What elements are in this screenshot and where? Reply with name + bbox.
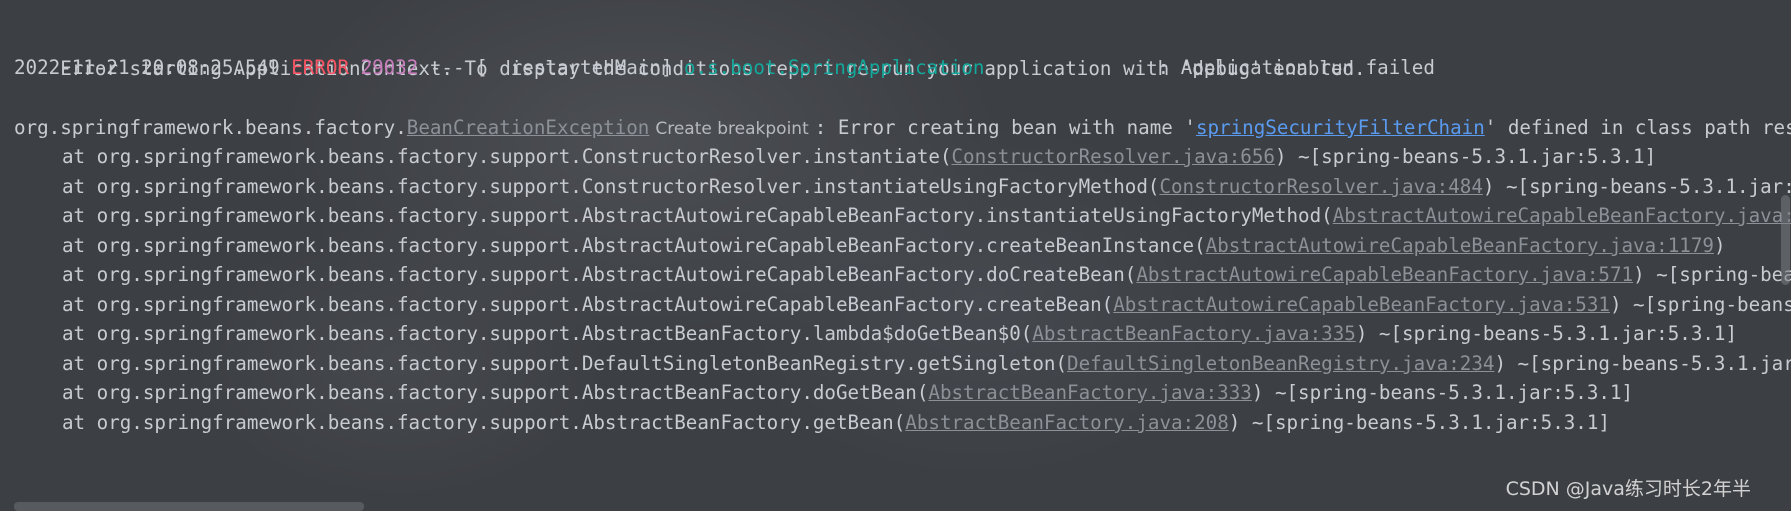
console-line-context-error: Error starting ApplicationContext. To di… xyxy=(14,24,1365,80)
stack-source-link[interactable]: AbstractAutowireCapableBeanFactory.java:… xyxy=(1136,263,1633,286)
stack-source-link[interactable]: DefaultSingletonBeanRegistry.java:234 xyxy=(1067,352,1494,375)
create-breakpoint-tooltip[interactable]: Create breakpoint xyxy=(649,119,814,139)
console-output: Error starting ApplicationContext. To di… xyxy=(0,0,1791,511)
stack-call: at org.springframework.beans.factory.sup… xyxy=(62,322,1033,345)
stack-jar: ) ~[spring-beans-5.3.1.jar:5.3.1] xyxy=(1482,175,1791,198)
stack-source-link[interactable]: AbstractBeanFactory.java:335 xyxy=(1032,322,1355,345)
stack-jar: ) ~[spring-beans-5.3.1.jar:5.3.1] xyxy=(1274,145,1657,168)
stack-jar: ) ~[spring-beans-5.3.1.jar:5.3.1] xyxy=(1355,322,1738,345)
stack-jar: ) ~[spring-beans-5.3.1.jar:5.3.1] xyxy=(1228,411,1610,434)
stack-trace-line: at org.springframework.beans.factory.sup… xyxy=(14,260,1791,290)
stack-source-link[interactable]: AbstractBeanFactory.java:208 xyxy=(905,411,1228,434)
stack-source-link[interactable]: AbstractBeanFactory.java:333 xyxy=(928,381,1251,404)
vertical-scrollbar-thumb[interactable] xyxy=(1781,195,1790,285)
stack-trace-line: at org.springframework.beans.factory.sup… xyxy=(14,349,1791,379)
stack-trace-line: at org.springframework.beans.factory.sup… xyxy=(14,319,1737,349)
log-pid: 29032 xyxy=(349,56,419,79)
stack-call: at org.springframework.beans.factory.sup… xyxy=(62,381,929,404)
stack-source-link[interactable]: ConstructorResolver.java:656 xyxy=(952,145,1275,168)
stack-source-link[interactable]: ConstructorResolver.java:484 xyxy=(1159,175,1482,198)
vertical-scrollbar[interactable] xyxy=(1779,0,1791,511)
stack-trace-line: at org.springframework.beans.factory.sup… xyxy=(14,172,1791,202)
stack-call: at org.springframework.beans.factory.sup… xyxy=(62,293,1114,316)
stack-call: at org.springframework.beans.factory.sup… xyxy=(62,175,1160,198)
exception-package: org.springframework.beans.factory. xyxy=(14,116,407,139)
stack-jar: ) ~[spring-beans-5.3.1.jar:5.3.1] xyxy=(1633,263,1791,286)
stack-call: at org.springframework.beans.factory.sup… xyxy=(62,263,1137,286)
stack-trace-line: at org.springframework.beans.factory.sup… xyxy=(14,142,1656,172)
exception-class-link[interactable]: BeanCreationException xyxy=(407,116,650,139)
log-timestamp: 2022-11-21 20:08:25.549 xyxy=(14,56,292,79)
exception-message-tail: ' defined in class path resource xyxy=(1484,116,1791,139)
log-logger[interactable]: o.s.boot.SpringApplication xyxy=(684,56,984,79)
stack-jar: ) ~[spring-beans-5.3.1.jar:5.3.1] xyxy=(1494,352,1791,375)
stack-call: at org.springframework.beans.factory.sup… xyxy=(62,204,1333,227)
log-level: ERROR xyxy=(291,56,350,79)
bean-name-link[interactable]: springSecurityFilterChain xyxy=(1196,116,1485,139)
stack-call: at org.springframework.beans.factory.sup… xyxy=(62,145,952,168)
stack-call: at org.springframework.beans.factory.sup… xyxy=(62,352,1068,375)
console-line-exception: org.springframework.beans.factory.BeanCr… xyxy=(14,113,1791,143)
horizontal-scrollbar-thumb[interactable] xyxy=(14,502,364,511)
stack-trace-line: at org.springframework.beans.factory.sup… xyxy=(14,408,1610,438)
exception-message: : Error creating bean with name ' xyxy=(814,116,1196,139)
stack-trace-line: at org.springframework.beans.factory.sup… xyxy=(14,378,1633,408)
console-line-log-entry: 2022-11-21 20:08:25.549 ERROR 29032 --- … xyxy=(14,53,1435,83)
stack-source-link[interactable]: AbstractAutowireCapableBeanFactory.java:… xyxy=(1113,293,1610,316)
stack-jar: ) ~[spring-beans-5.3.1.jar:5.3.1] xyxy=(1609,293,1791,316)
stack-call: at org.springframework.beans.factory.sup… xyxy=(62,411,906,434)
stack-source-link[interactable]: AbstractAutowireCapableBeanFactory.java:… xyxy=(1333,204,1791,227)
stack-trace-line: at org.springframework.beans.factory.sup… xyxy=(14,201,1791,231)
stack-source-link[interactable]: AbstractAutowireCapableBeanFactory.java:… xyxy=(1206,234,1714,257)
stack-trace-line: at org.springframework.beans.factory.sup… xyxy=(14,231,1726,261)
csdn-watermark: CSDN @Java练习时长2年半 xyxy=(1505,478,1751,500)
stack-jar: ) ~[spring-beans-5.3.1.jar:5.3.1] xyxy=(1251,381,1634,404)
stack-call: at org.springframework.beans.factory.sup… xyxy=(62,234,1206,257)
log-message: : Application run failed xyxy=(984,56,1435,79)
log-thread: --- [ restartedMain] xyxy=(418,56,685,79)
stack-trace-line: at org.springframework.beans.factory.sup… xyxy=(14,290,1791,320)
stack-jar: ) xyxy=(1713,234,1726,257)
